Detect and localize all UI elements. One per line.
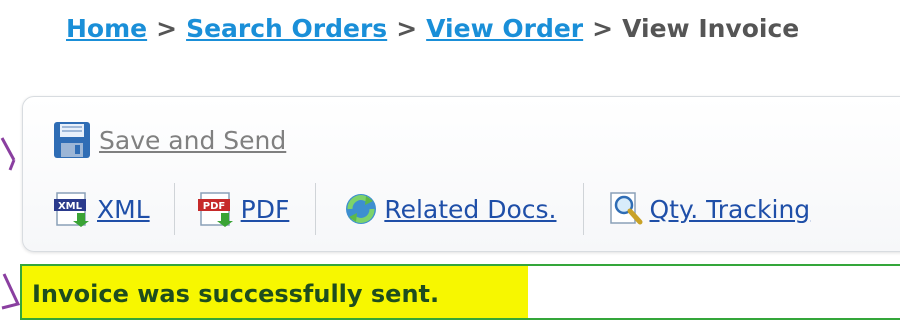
related-docs-button[interactable]: Related Docs.: [342, 191, 557, 227]
pdf-label: PDF: [240, 194, 290, 224]
xml-download-icon: XML: [54, 192, 89, 227]
floppy-disk-icon: [54, 122, 90, 158]
xml-label: XML: [97, 194, 150, 224]
xml-button[interactable]: XML XML: [53, 191, 150, 227]
magnifier-document-icon: [609, 192, 642, 225]
breadcrumb-home-link[interactable]: Home: [66, 14, 147, 43]
pdf-button[interactable]: PDF PDF: [197, 191, 290, 227]
breadcrumb: Home > Search Orders > View Order > View Invoi…: [66, 14, 799, 43]
breadcrumb-separator: >: [592, 14, 614, 43]
toolbar-divider: [315, 183, 317, 235]
qty-tracking-label: Qty. Tracking: [649, 194, 811, 224]
save-and-send-label: Save and Send: [99, 125, 287, 155]
toolbar-divider: [173, 183, 175, 235]
refresh-globe-icon: [346, 194, 377, 224]
related-docs-label: Related Docs.: [384, 194, 557, 224]
qty-tracking-button[interactable]: Qty. Tracking: [608, 191, 811, 227]
annotation-bracket: [0, 137, 20, 310]
success-message-text: Invoice was successfully sent.: [22, 266, 528, 318]
breadcrumb-current-page: View Invoice: [622, 14, 800, 43]
action-row: XML XML PDF PDF Related Docs. Qty. Track…: [53, 183, 811, 235]
breadcrumb-search-orders-link[interactable]: Search Orders: [186, 14, 387, 43]
breadcrumb-view-order-link[interactable]: View Order: [426, 14, 583, 43]
toolbar-divider: [582, 183, 584, 235]
success-message: Invoice was successfully sent.: [20, 264, 900, 320]
breadcrumb-separator: >: [156, 14, 178, 43]
svg-text:XML: XML: [58, 201, 83, 212]
invoice-toolbar: Save and Send XML XML PDF PDF Related Do…: [22, 96, 900, 252]
svg-text:PDF: PDF: [202, 201, 224, 212]
save-and-send-button[interactable]: Save and Send: [53, 119, 286, 161]
breadcrumb-separator: >: [396, 14, 418, 43]
pdf-download-icon: PDF: [197, 192, 233, 227]
